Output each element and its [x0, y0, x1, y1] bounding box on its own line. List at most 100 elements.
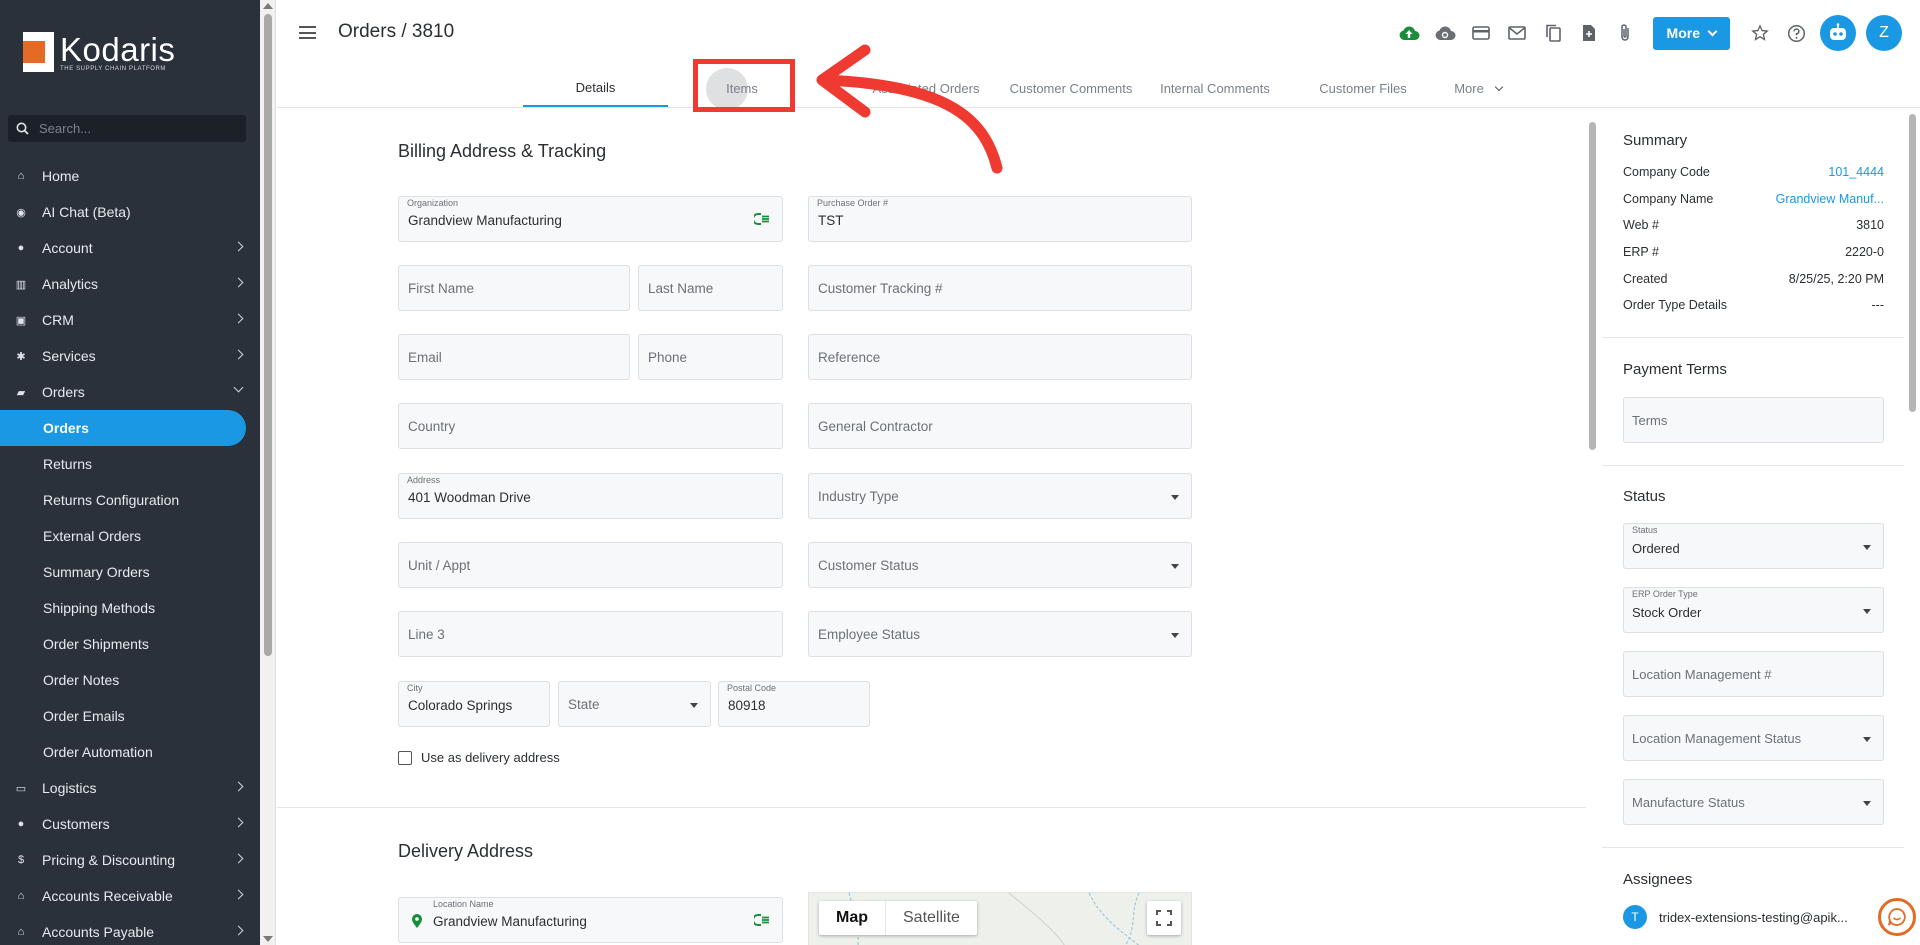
sidebar-subitem-returns[interactable]: Returns	[0, 446, 260, 482]
tab-customer-files[interactable]: Customer Files	[1288, 70, 1438, 107]
sidebar-subitem-order-shipments[interactable]: Order Shipments	[0, 626, 260, 662]
scrollbar-thumb[interactable]	[264, 14, 272, 656]
kodaris-logo[interactable]: Kodaris THE SUPPLY CHAIN PLATFORM	[14, 32, 175, 72]
cloud-sync-icon[interactable]	[1427, 15, 1463, 51]
ai-assistant-icon[interactable]	[1820, 15, 1856, 51]
cloud-upload-icon[interactable]	[1391, 15, 1427, 51]
new-document-icon[interactable]	[1571, 15, 1607, 51]
customer-tracking-field[interactable]: Customer Tracking #	[808, 265, 1192, 311]
location-management-status-select[interactable]: Location Management Status	[1623, 715, 1884, 761]
city-field[interactable]: City Colorado Springs	[398, 681, 550, 727]
lookup-icon[interactable]	[752, 213, 770, 228]
sidebar-item-services[interactable]: ✱ Services	[0, 338, 260, 374]
phone-field[interactable]: Phone	[638, 334, 783, 380]
delivery-map[interactable]: Map Satellite	[808, 892, 1192, 945]
more-actions-button[interactable]: More	[1652, 16, 1730, 50]
postal-code-field[interactable]: Postal Code 80918	[718, 681, 870, 727]
industry-type-select[interactable]: Industry Type	[808, 473, 1192, 519]
sidebar-subitem-summary-orders[interactable]: Summary Orders	[0, 554, 260, 590]
scroll-down-icon[interactable]	[263, 936, 273, 942]
general-contractor-field[interactable]: General Contractor	[808, 403, 1192, 449]
lookup-icon[interactable]	[752, 914, 770, 929]
sidebar-item-analytics[interactable]: ▥ Analytics	[0, 266, 260, 302]
sidebar-item-accounts-receivable[interactable]: ⌂ Accounts Receivable	[0, 878, 260, 914]
address-field[interactable]: Address 401 Woodman Drive	[398, 473, 783, 519]
field-placeholder: General Contractor	[818, 419, 933, 434]
state-select[interactable]: State	[558, 681, 711, 727]
purchase-order-field[interactable]: Purchase Order # TST	[808, 196, 1192, 242]
tab-more-label: More	[1454, 81, 1484, 96]
scroll-up-icon[interactable]	[263, 3, 273, 9]
help-icon[interactable]	[1778, 15, 1814, 51]
sidebar-subitem-returns-configuration[interactable]: Returns Configuration	[0, 482, 260, 518]
email-field[interactable]: Email	[398, 334, 630, 380]
organization-field[interactable]: Organization Grandview Manufacturing	[398, 196, 783, 242]
sidebar-scrollbar[interactable]	[260, 0, 276, 945]
tab-more[interactable]: More	[1438, 70, 1518, 107]
sidebar-item-ai-chat[interactable]: ◉ AI Chat (Beta)	[0, 194, 260, 230]
last-name-field[interactable]: Last Name	[638, 265, 783, 311]
employee-status-select[interactable]: Employee Status	[808, 611, 1192, 657]
main-scrollbar[interactable]	[1587, 108, 1597, 945]
sidebar-nav: ⌂ Home ◉ AI Chat (Beta) ● Account ▥ Analytic…	[0, 158, 260, 945]
assignee-item[interactable]: T tridex-extensions-testing@apik...	[1623, 905, 1848, 929]
sidebar-subitem-order-automation[interactable]: Order Automation	[0, 734, 260, 770]
location-management-field[interactable]: Location Management #	[1623, 651, 1884, 697]
country-field[interactable]: Country	[398, 403, 783, 449]
field-label: Address	[407, 475, 441, 485]
scrollbar-thumb[interactable]	[1909, 114, 1916, 412]
map-tab-map[interactable]: Map	[819, 901, 886, 935]
support-chat-icon[interactable]	[1878, 898, 1916, 936]
fullscreen-icon[interactable]	[1147, 901, 1181, 935]
user-avatar[interactable]: Z	[1866, 15, 1902, 51]
sidebar-subitem-order-emails[interactable]: Order Emails	[0, 698, 260, 734]
brand-name: Kodaris	[60, 30, 176, 68]
panel-scrollbar[interactable]	[1907, 108, 1917, 945]
summary-value: ---	[1871, 298, 1885, 312]
sidebar-subitem-orders[interactable]: Orders	[0, 410, 246, 446]
first-name-field[interactable]: First Name	[398, 265, 630, 311]
sidebar-item-pricing[interactable]: $ Pricing & Discounting	[0, 842, 260, 878]
copy-icon[interactable]	[1535, 15, 1571, 51]
scrollbar-thumb[interactable]	[1589, 122, 1596, 450]
dollar-icon: $	[17, 854, 25, 866]
use-delivery-row[interactable]: Use as delivery address	[398, 750, 560, 765]
company-code-link[interactable]: 101_4444	[1828, 165, 1884, 179]
reference-field[interactable]: Reference	[808, 334, 1192, 380]
attachment-icon[interactable]	[1607, 15, 1643, 51]
chevron-right-icon	[233, 889, 244, 900]
menu-icon[interactable]	[299, 26, 316, 39]
sidebar-item-orders[interactable]: ▰ Orders	[0, 374, 260, 410]
tab-internal-comments[interactable]: Internal Comments	[1142, 70, 1288, 107]
sidebar-subitem-order-notes[interactable]: Order Notes	[0, 662, 260, 698]
sidebar-item-accounts-payable[interactable]: ⌂ Accounts Payable	[0, 914, 260, 945]
terms-field[interactable]: Terms	[1623, 397, 1884, 443]
tab-customer-comments[interactable]: Customer Comments	[1000, 70, 1142, 107]
section-divider	[277, 807, 1586, 808]
customer-status-select[interactable]: Customer Status	[808, 542, 1192, 588]
star-icon[interactable]	[1742, 15, 1778, 51]
status-select[interactable]: Status Ordered	[1623, 523, 1884, 569]
location-name-field[interactable]: Location Name Grandview Manufacturing	[398, 897, 783, 943]
sidebar-item-logistics[interactable]: ▭ Logistics	[0, 770, 260, 806]
chevron-right-icon	[233, 277, 244, 288]
sidebar-subitem-external-orders[interactable]: External Orders	[0, 518, 260, 554]
field-placeholder: Email	[408, 350, 442, 365]
sidebar-item-label: Orders	[42, 384, 85, 400]
manufacture-status-select[interactable]: Manufacture Status	[1623, 779, 1884, 825]
sidebar-subitem-shipping-methods[interactable]: Shipping Methods	[0, 590, 260, 626]
mail-icon[interactable]	[1499, 15, 1535, 51]
tab-details[interactable]: Details	[523, 70, 668, 107]
erp-order-type-select[interactable]: ERP Order Type Stock Order	[1623, 587, 1884, 633]
sidebar-item-customers[interactable]: ● Customers	[0, 806, 260, 842]
search-input[interactable]	[39, 121, 229, 136]
map-tab-satellite[interactable]: Satellite	[886, 901, 977, 935]
unit-field[interactable]: Unit / Appt	[398, 542, 783, 588]
sidebar-item-account[interactable]: ● Account	[0, 230, 260, 266]
line3-field[interactable]: Line 3	[398, 611, 783, 657]
company-name-link[interactable]: Grandview Manuf...	[1776, 192, 1884, 206]
sidebar-item-crm[interactable]: ▣ CRM	[0, 302, 260, 338]
sidebar-item-home[interactable]: ⌂ Home	[0, 158, 260, 194]
credit-card-icon[interactable]	[1463, 15, 1499, 51]
use-delivery-checkbox[interactable]	[398, 750, 412, 765]
